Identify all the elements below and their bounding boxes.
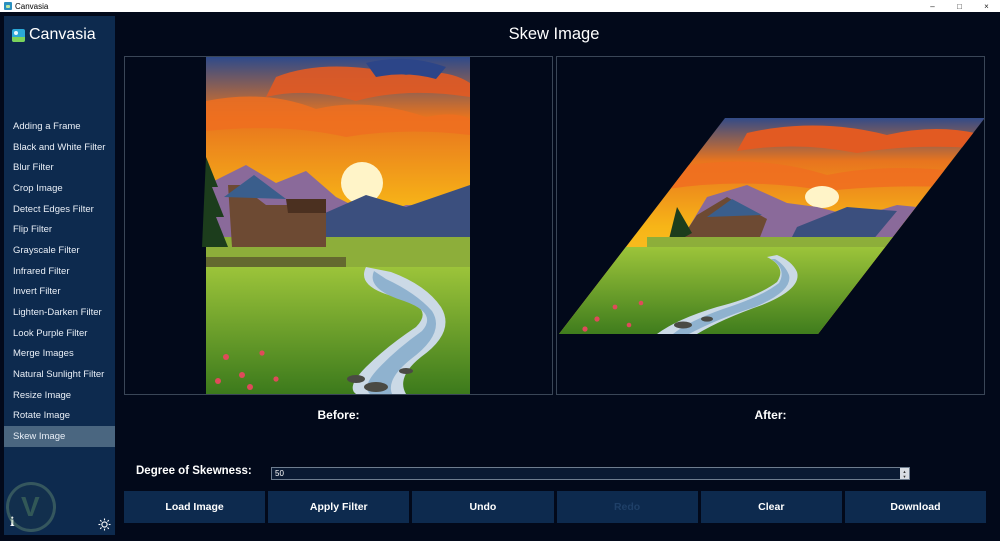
skewness-value: 50: [275, 469, 284, 478]
after-image-panel: [556, 56, 985, 395]
sidebar-nav: Adding a Frame Black and White Filter Bl…: [4, 116, 115, 447]
redo-button[interactable]: Redo: [556, 491, 698, 523]
minimize-button[interactable]: –: [919, 0, 946, 12]
load-image-button[interactable]: Load Image: [124, 491, 266, 523]
close-button[interactable]: ×: [973, 0, 1000, 12]
after-image: [559, 118, 984, 334]
after-caption: After:: [754, 408, 787, 422]
app-logo: Canvasia: [12, 26, 96, 44]
sidebar-item-lighten-darken-filter[interactable]: Lighten-Darken Filter: [4, 302, 115, 323]
sidebar-item-resize-image[interactable]: Resize Image: [4, 385, 115, 406]
action-buttons: Load Image Apply Filter Undo Redo Clear …: [124, 491, 987, 523]
sidebar: Canvasia Adding a Frame Black and White …: [4, 16, 115, 535]
sidebar-item-skew-image[interactable]: Skew Image: [4, 426, 115, 447]
skewness-label: Degree of Skewness:: [136, 465, 252, 477]
sidebar-item-merge-images[interactable]: Merge Images: [4, 344, 115, 365]
sidebar-item-invert-filter[interactable]: Invert Filter: [4, 282, 115, 303]
sidebar-item-adding-a-frame[interactable]: Adding a Frame: [4, 116, 115, 137]
download-button[interactable]: Download: [844, 491, 987, 523]
page-title: Skew Image: [508, 25, 600, 43]
before-caption: Before:: [317, 408, 360, 422]
sidebar-item-rotate-image[interactable]: Rotate Image: [4, 406, 115, 427]
skewness-spinbox[interactable]: 50 ▲ ▼: [271, 467, 910, 480]
image-icon: [12, 28, 25, 42]
sidebar-item-flip-filter[interactable]: Flip Filter: [4, 219, 115, 240]
before-image: [202, 57, 470, 394]
sidebar-item-look-purple-filter[interactable]: Look Purple Filter: [4, 323, 115, 344]
sidebar-item-infrared-filter[interactable]: Infrared Filter: [4, 261, 115, 282]
clear-button[interactable]: Clear: [700, 491, 842, 523]
info-icon[interactable]: i: [10, 515, 15, 529]
app-icon: [4, 2, 12, 10]
undo-button[interactable]: Undo: [412, 491, 554, 523]
window-controls: – □ ×: [919, 0, 1000, 12]
window-titlebar: Canvasia – □ ×: [0, 0, 1000, 12]
window-title: Canvasia: [15, 1, 49, 11]
sidebar-item-grayscale-filter[interactable]: Grayscale Filter: [4, 240, 115, 261]
sun-icon[interactable]: [97, 517, 111, 531]
apply-filter-button[interactable]: Apply Filter: [268, 491, 410, 523]
maximize-button[interactable]: □: [946, 0, 973, 12]
spinbox-arrows[interactable]: ▲ ▼: [900, 468, 909, 479]
sidebar-item-black-and-white-filter[interactable]: Black and White Filter: [4, 137, 115, 158]
app-name: Canvasia: [29, 26, 96, 43]
sidebar-item-blur-filter[interactable]: Blur Filter: [4, 157, 115, 178]
before-image-panel: [124, 56, 553, 395]
sidebar-item-natural-sunlight-filter[interactable]: Natural Sunlight Filter: [4, 364, 115, 385]
spin-down-icon[interactable]: ▼: [903, 474, 907, 479]
sidebar-item-crop-image[interactable]: Crop Image: [4, 178, 115, 199]
sidebar-item-detect-edges-filter[interactable]: Detect Edges Filter: [4, 199, 115, 220]
